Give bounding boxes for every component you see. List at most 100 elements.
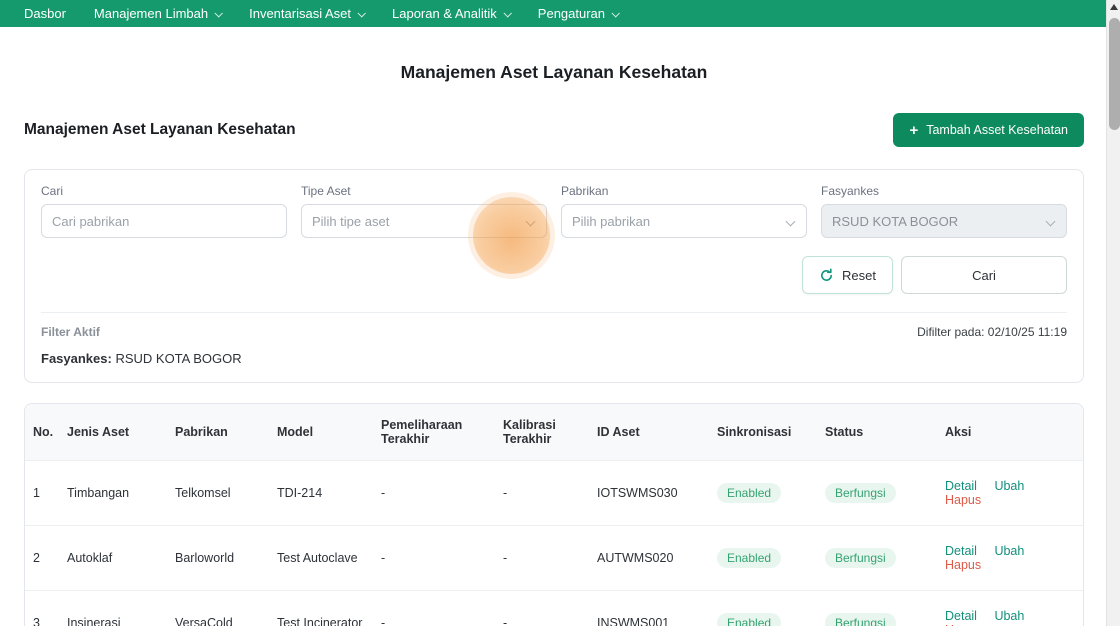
- cell-id-aset: INSWMS001: [589, 590, 709, 626]
- active-filter-value-row: Fasyankes: RSUD KOTA BOGOR: [41, 343, 1067, 382]
- cell-no: 3: [25, 590, 59, 626]
- add-asset-button[interactable]: + Tambah Asset Kesehatan: [893, 113, 1084, 147]
- cell-model: Test Autoclave: [269, 525, 373, 591]
- filter-panel: Cari Tipe Aset Pilih tipe aset Pabrikan …: [24, 169, 1084, 383]
- asset-table-header-row: No. Jenis Aset Pabrikan Model Pemeliharaan T…: [25, 404, 1083, 461]
- delete-link[interactable]: Hapus: [945, 493, 981, 507]
- active-filter-row: Filter Aktif Difilter pada: 02/10/25 11:…: [41, 313, 1067, 343]
- table-row: 3 Insinerasi VersaCold Test Incinerator …: [25, 590, 1083, 626]
- asset-type-select[interactable]: Pilih tipe aset: [301, 204, 547, 238]
- cell-sinkronisasi: Enabled: [709, 460, 817, 526]
- facility-select: RSUD KOTA BOGOR: [821, 204, 1067, 238]
- active-filter-title: Filter Aktif: [41, 325, 100, 339]
- cell-kalibrasi-terakhir: -: [495, 460, 589, 526]
- main-content: Manajemen Aset Layanan Kesehatan Manajem…: [24, 62, 1084, 626]
- nav-item[interactable]: Manajemen Limbah: [94, 6, 224, 21]
- edit-link[interactable]: Ubah: [994, 479, 1024, 493]
- detail-link[interactable]: Detail: [945, 479, 977, 493]
- plus-icon: +: [909, 121, 919, 139]
- section-header: Manajemen Aset Layanan Kesehatan + Tamba…: [24, 113, 1084, 147]
- delete-link[interactable]: Hapus: [945, 558, 981, 572]
- cell-pemeliharaan-terakhir: -: [373, 590, 495, 626]
- column-header: ID Aset: [589, 404, 709, 461]
- active-filter-value: RSUD KOTA BOGOR: [115, 351, 242, 366]
- cell-status: Berfungsi: [817, 525, 937, 591]
- refresh-icon: [819, 268, 834, 283]
- table-row: 1 Timbangan Telkomsel TDI-214 - - IOTSWM…: [25, 460, 1083, 526]
- chevron-down-icon: [503, 8, 512, 18]
- edit-link[interactable]: Ubah: [994, 609, 1024, 623]
- manufacturer-field-group: Pabrikan Pilih pabrikan: [561, 184, 807, 238]
- cell-status: Berfungsi: [817, 590, 937, 626]
- cell-pemeliharaan-terakhir: -: [373, 525, 495, 591]
- chevron-down-icon: [611, 8, 620, 18]
- manufacturer-select[interactable]: Pilih pabrikan: [561, 204, 807, 238]
- sync-status-badge: Enabled: [717, 483, 782, 503]
- chevron-down-icon: [785, 216, 796, 226]
- manufacturer-select-value: Pilih pabrikan: [572, 213, 651, 229]
- cell-model: TDI-214: [269, 460, 373, 526]
- top-nav: Dasbor Manajemen Limbah Inventarisasi Aset…: [0, 0, 1120, 27]
- cell-no: 2: [25, 525, 59, 591]
- column-header: Pabrikan: [167, 404, 269, 461]
- column-header: Jenis Aset: [59, 404, 167, 461]
- scrollbar-thumb[interactable]: [1108, 18, 1120, 130]
- nav-item[interactable]: Pengaturan: [538, 6, 620, 21]
- detail-link[interactable]: Detail: [945, 544, 977, 558]
- asset-table-card: No. Jenis Aset Pabrikan Model Pemeliharaan T…: [24, 403, 1084, 626]
- top-nav-items: Dasbor Manajemen Limbah Inventarisasi Aset…: [24, 6, 620, 21]
- cell-pabrikan: VersaCold: [167, 590, 269, 626]
- filter-fields: Cari Tipe Aset Pilih tipe aset Pabrikan …: [41, 184, 1067, 238]
- cell-sinkronisasi: Enabled: [709, 590, 817, 626]
- nav-item[interactable]: Inventarisasi Aset: [249, 6, 366, 21]
- cell-id-aset: AUTWMS020: [589, 525, 709, 591]
- status-badge: Berfungsi: [825, 613, 896, 626]
- cell-no: 1: [25, 460, 59, 526]
- column-header: No.: [25, 404, 59, 461]
- chevron-down-icon: [214, 8, 224, 18]
- asset-type-select-value: Pilih tipe aset: [312, 213, 390, 229]
- facility-select-value: RSUD KOTA BOGOR: [832, 213, 959, 229]
- search-submit-button[interactable]: Cari: [901, 256, 1067, 294]
- cell-status: Berfungsi: [817, 460, 937, 526]
- column-header: Aksi: [937, 404, 1083, 461]
- search-input[interactable]: [41, 204, 287, 238]
- edit-link[interactable]: Ubah: [994, 544, 1024, 558]
- page-title: Manajemen Aset Layanan Kesehatan: [400, 62, 708, 82]
- column-header: Pemeliharaan Terakhir: [373, 404, 495, 461]
- reset-button[interactable]: Reset: [802, 256, 893, 294]
- cell-sinkronisasi: Enabled: [709, 525, 817, 591]
- column-header: Kalibrasi Terakhir: [495, 404, 589, 461]
- table-row: 2 Autoklaf Barloworld Test Autoclave - -…: [25, 525, 1083, 591]
- cell-kalibrasi-terakhir: -: [495, 525, 589, 591]
- cell-jenis-aset: Autoklaf: [59, 525, 167, 591]
- reset-button-label: Reset: [842, 267, 876, 283]
- search-label: Cari: [41, 184, 64, 198]
- vertical-scrollbar[interactable]: [1106, 0, 1120, 626]
- filtered-at-text: Difilter pada: 02/10/25 11:19: [917, 325, 1067, 339]
- detail-link[interactable]: Detail: [945, 609, 977, 623]
- scroll-up-arrow-icon[interactable]: [1109, 2, 1119, 12]
- cell-aksi: Detail Ubah Hapus: [937, 525, 1083, 591]
- sync-status-badge: Enabled: [717, 613, 782, 626]
- cell-pabrikan: Barloworld: [167, 525, 269, 591]
- status-badge: Berfungsi: [825, 548, 896, 568]
- filter-actions: Reset Cari: [41, 256, 1067, 294]
- asset-type-label: Tipe Aset: [301, 184, 351, 198]
- asset-type-field-group: Tipe Aset Pilih tipe aset: [301, 184, 547, 238]
- nav-item[interactable]: Laporan & Analitik: [392, 6, 512, 21]
- cell-kalibrasi-terakhir: -: [495, 590, 589, 626]
- section-title: Manajemen Aset Layanan Kesehatan: [24, 121, 296, 138]
- add-asset-button-label: Tambah Asset Kesehatan: [926, 123, 1068, 137]
- nav-item[interactable]: Dasbor: [24, 6, 66, 21]
- search-field-group: Cari: [41, 184, 287, 238]
- asset-table-body: 1 Timbangan Telkomsel TDI-214 - - IOTSWM…: [25, 460, 1083, 626]
- status-badge: Berfungsi: [825, 483, 896, 503]
- cell-aksi: Detail Ubah Hapus: [937, 590, 1083, 626]
- column-header: Model: [269, 404, 373, 461]
- cell-id-aset: IOTSWMS030: [589, 460, 709, 526]
- cell-pemeliharaan-terakhir: -: [373, 460, 495, 526]
- column-header: Status: [817, 404, 937, 461]
- cell-jenis-aset: Timbangan: [59, 460, 167, 526]
- active-filter-name: Fasyankes:: [41, 351, 112, 366]
